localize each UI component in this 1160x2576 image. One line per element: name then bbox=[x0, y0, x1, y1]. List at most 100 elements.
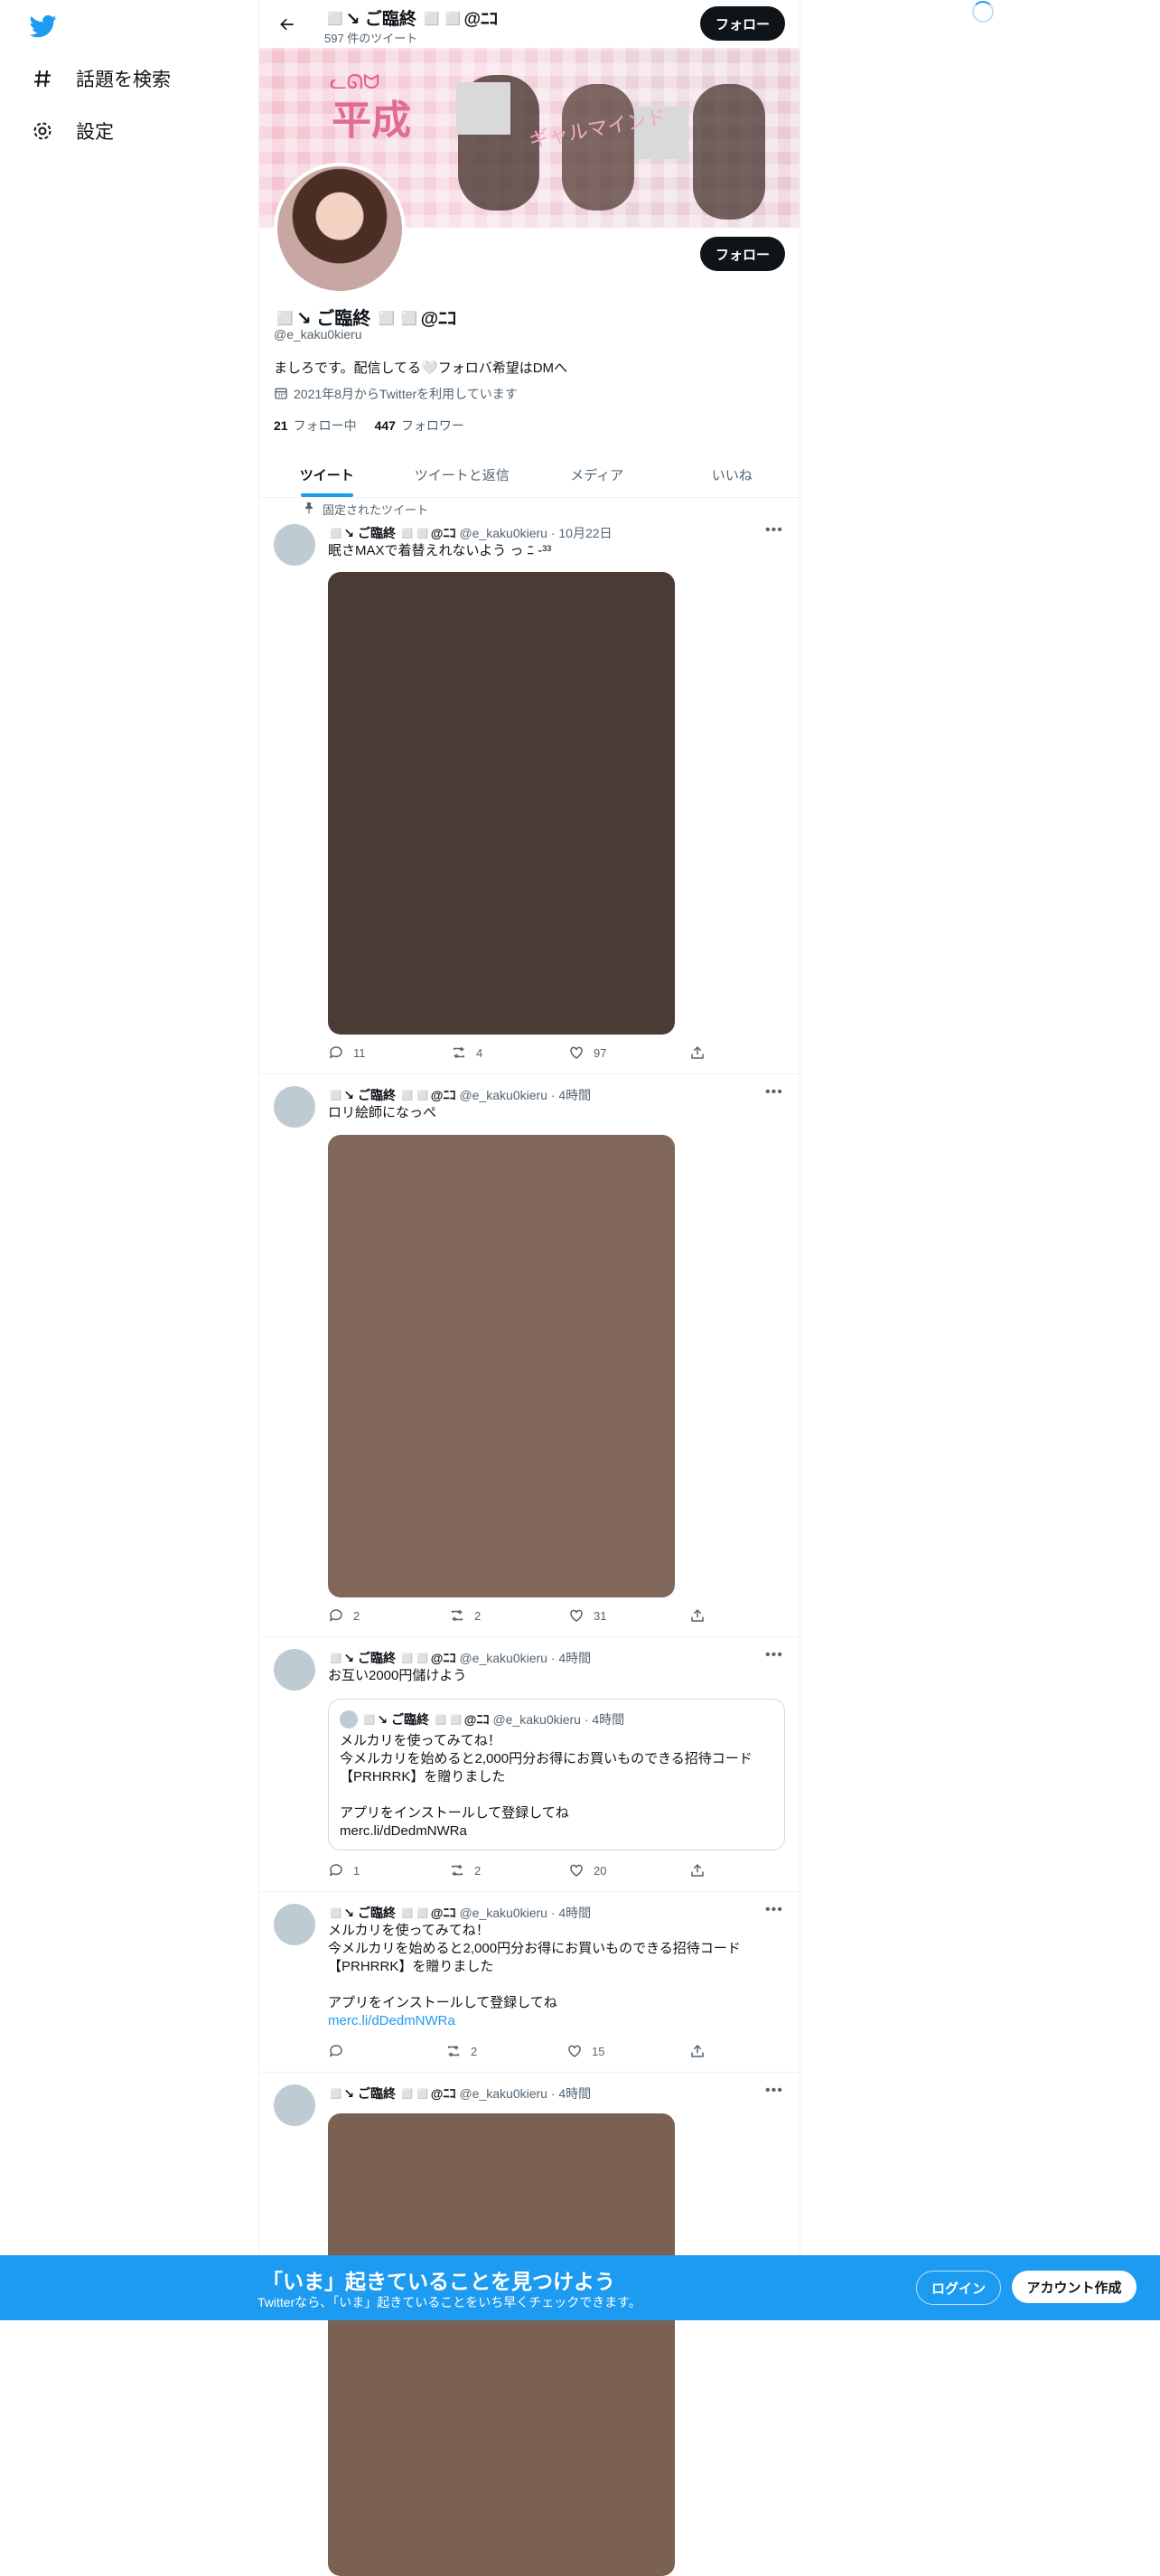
profile-follow-button[interactable]: フォロー bbox=[700, 237, 785, 271]
avatar[interactable] bbox=[274, 1904, 315, 1945]
tweet-author-name[interactable]: ◻️↘ ご臨終 ◻️◻️@ﾆｺ bbox=[328, 2086, 455, 2101]
tweet-item[interactable]: ◻️↘ ご臨終 ◻️◻️@ﾆｺ @e_kaku0kieru · 4時間 ••• メ… bbox=[259, 1891, 800, 2073]
retweet-count: 2 bbox=[471, 2044, 478, 2058]
nav-explore-label: 話題を検索 bbox=[76, 70, 171, 90]
tweet-item[interactable]: ◻️↘ ご臨終 ◻️◻️@ﾆｺ @e_kaku0kieru · 4時間 ••• ロ… bbox=[259, 1073, 800, 1637]
share-button[interactable] bbox=[689, 2043, 706, 2059]
share-button[interactable] bbox=[689, 1044, 706, 1061]
tweet-text: メルカリを使ってみてね！ 今メルカリを始めると2,000円分お得にお買いものでき… bbox=[328, 1923, 741, 2010]
share-icon bbox=[691, 1863, 704, 1877]
followers-count: 447 bbox=[374, 418, 396, 433]
quoted-tweet[interactable]: ◻️↘ ご臨終 ◻️◻️@ﾆｺ @e_kaku0kieru · 4時間 メルカリを… bbox=[328, 1699, 785, 1850]
reply-count: 11 bbox=[353, 1045, 366, 1060]
reply-count: 1 bbox=[353, 1863, 360, 1878]
retweet-button[interactable]: 2 bbox=[449, 1862, 481, 1878]
gear-icon bbox=[31, 119, 54, 143]
nav-settings-label: 設定 bbox=[76, 122, 114, 143]
tweet-author-name[interactable]: ◻️↘ ご臨終 ◻️◻️@ﾆｺ bbox=[328, 1651, 455, 1665]
tab-tweets[interactable]: ツイート bbox=[259, 452, 395, 497]
like-button[interactable]: 31 bbox=[568, 1607, 606, 1624]
profile-stats: 21 フォロー中 447 フォロワー bbox=[274, 417, 464, 435]
profile-joined: 2021年8月からTwitterを利用しています bbox=[274, 385, 518, 403]
following-link[interactable]: 21 フォロー中 bbox=[274, 417, 357, 435]
profile-avatar[interactable] bbox=[274, 163, 406, 295]
header-tweet-count: 597 件のツイート bbox=[324, 32, 418, 45]
tweet-actions: 1 2 20 bbox=[328, 1862, 707, 1882]
share-button[interactable] bbox=[689, 1607, 706, 1624]
following-count: 21 bbox=[274, 418, 288, 433]
retweet-button[interactable]: 2 bbox=[449, 1607, 481, 1624]
more-options-icon[interactable]: ••• bbox=[765, 522, 783, 539]
tweet-meta[interactable]: @e_kaku0kieru · 4時間 bbox=[459, 1906, 591, 1920]
tweet-media[interactable] bbox=[328, 2113, 675, 2576]
twitter-logo-icon[interactable] bbox=[29, 13, 58, 40]
avatar[interactable] bbox=[274, 1649, 315, 1691]
svg-text:平成: 平成 bbox=[332, 98, 411, 143]
retweet-button[interactable]: 4 bbox=[451, 1044, 482, 1061]
profile-display-name: ◻️↘ ご臨終 ◻️◻️@ﾆｺ bbox=[274, 309, 457, 329]
profile-bio: ましろです。配信してる🤍フォロバ希望はDMへ bbox=[274, 361, 568, 376]
tweet-meta[interactable]: @e_kaku0kieru · 4時間 bbox=[459, 1088, 591, 1102]
followers-label: フォロワー bbox=[400, 418, 464, 433]
tweet-text: お互い2000円儲けよう bbox=[328, 1668, 467, 1683]
quote-avatar bbox=[340, 1710, 358, 1728]
tweet-actions: 2 15 bbox=[328, 2043, 707, 2063]
tweet-text: ロリ絵師になっぺ bbox=[328, 1105, 437, 1120]
heart-icon bbox=[570, 1864, 583, 1877]
profile-header: ◻️↘ ご臨終 ◻️◻️@ﾆｺ 597 件のツイート フォロー bbox=[259, 0, 800, 48]
reply-button[interactable]: 11 bbox=[328, 1044, 366, 1061]
tweet-author-name[interactable]: ◻️↘ ご臨終 ◻️◻️@ﾆｺ bbox=[328, 1906, 455, 1920]
followers-link[interactable]: 447 フォロワー bbox=[375, 417, 464, 435]
tweet-link[interactable]: merc.li/dDedmNWRa bbox=[328, 2012, 455, 2030]
retweet-icon bbox=[452, 1609, 463, 1622]
tweet-media[interactable] bbox=[328, 1135, 675, 1597]
tweet-item[interactable]: ◻️↘ ご臨終 ◻️◻️@ﾆｺ @e_kaku0kieru · 10月22日 ••… bbox=[259, 497, 800, 1074]
reply-icon bbox=[329, 2045, 342, 2057]
more-options-icon[interactable]: ••• bbox=[765, 1647, 783, 1663]
profile-column: ◻️↘ ご臨終 ◻️◻️@ﾆｺ 597 件のツイート フォロー 平成 ギャルマイ… bbox=[258, 0, 800, 2576]
calendar-icon bbox=[274, 386, 288, 403]
retweet-icon bbox=[448, 2045, 459, 2057]
tweet-meta[interactable]: @e_kaku0kieru · 10月22日 bbox=[459, 526, 612, 540]
quote-author-name: ◻️↘ ご臨終 ◻️◻️@ﾆｺ bbox=[361, 1712, 490, 1727]
hashtag-icon bbox=[31, 67, 54, 90]
reply-button[interactable] bbox=[328, 2043, 344, 2059]
tab-media[interactable]: メディア bbox=[529, 452, 665, 497]
like-button[interactable]: 97 bbox=[568, 1044, 606, 1061]
retweet-count: 4 bbox=[476, 1045, 483, 1060]
tweet-author-name[interactable]: ◻️↘ ご臨終 ◻️◻️@ﾆｺ bbox=[328, 1088, 455, 1102]
tweet-meta[interactable]: @e_kaku0kieru · 4時間 bbox=[459, 1651, 591, 1665]
retweet-button[interactable]: 2 bbox=[445, 2043, 477, 2059]
avatar[interactable] bbox=[274, 2084, 315, 2126]
reply-icon bbox=[329, 1046, 342, 1059]
signup-button[interactable]: アカウント作成 bbox=[1012, 2271, 1137, 2303]
tweet-media[interactable] bbox=[328, 572, 675, 1035]
heart-icon bbox=[568, 2045, 581, 2057]
more-options-icon[interactable]: ••• bbox=[765, 1084, 783, 1101]
reply-count: 2 bbox=[353, 1608, 360, 1623]
more-options-icon[interactable]: ••• bbox=[765, 2083, 783, 2099]
back-arrow-icon[interactable] bbox=[274, 11, 301, 38]
heart-icon bbox=[570, 1609, 583, 1622]
nav-explore[interactable]: 話題を検索 bbox=[31, 65, 171, 92]
avatar[interactable] bbox=[274, 524, 315, 566]
tab-likes[interactable]: いいね bbox=[665, 452, 800, 497]
like-button[interactable]: 15 bbox=[566, 2043, 604, 2059]
header-follow-button[interactable]: フォロー bbox=[700, 6, 785, 41]
quote-header: ◻️↘ ご臨終 ◻️◻️@ﾆｺ @e_kaku0kieru · 4時間 bbox=[361, 1710, 624, 1728]
more-options-icon[interactable]: ••• bbox=[765, 1902, 783, 1918]
tweet-meta[interactable]: @e_kaku0kieru · 4時間 bbox=[459, 2086, 591, 2101]
like-button[interactable]: 20 bbox=[568, 1862, 606, 1878]
avatar[interactable] bbox=[274, 1086, 315, 1128]
tweet-header: ◻️↘ ご臨終 ◻️◻️@ﾆｺ @e_kaku0kieru · 10月22日 bbox=[328, 524, 613, 542]
share-button[interactable] bbox=[689, 1862, 706, 1878]
tweet-header: ◻️↘ ご臨終 ◻️◻️@ﾆｺ @e_kaku0kieru · 4時間 bbox=[328, 1649, 591, 1667]
tweet-author-name[interactable]: ◻️↘ ご臨終 ◻️◻️@ﾆｺ bbox=[328, 526, 455, 540]
reply-button[interactable]: 2 bbox=[328, 1607, 360, 1624]
tweet-header: ◻️↘ ご臨終 ◻️◻️@ﾆｺ @e_kaku0kieru · 4時間 bbox=[328, 1904, 591, 1922]
tab-tweets-and-replies[interactable]: ツイートと返信 bbox=[395, 452, 530, 497]
nav-settings[interactable]: 設定 bbox=[31, 117, 114, 145]
profile-handle: @e_kaku0kieru bbox=[274, 327, 362, 342]
reply-button[interactable]: 1 bbox=[328, 1862, 360, 1878]
login-button[interactable]: ログイン bbox=[916, 2271, 1001, 2305]
